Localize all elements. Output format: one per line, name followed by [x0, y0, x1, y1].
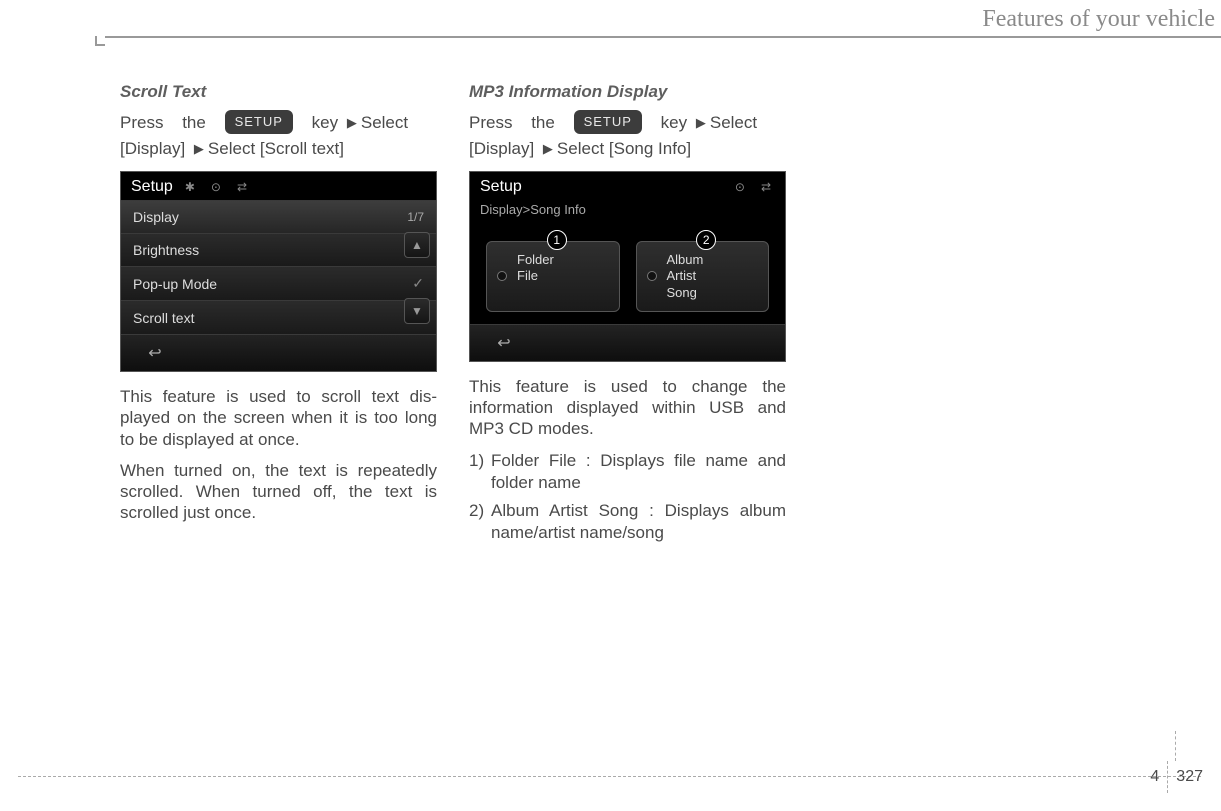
header-rule [95, 36, 1221, 38]
row-count: 1/7 [407, 210, 424, 224]
paragraph: This feature is used to scroll text dis­… [120, 386, 437, 450]
page: Features of your vehicle Scroll Text Pre… [0, 0, 1221, 811]
opt-line: Song [667, 285, 697, 300]
scroll-up-button[interactable]: ▲ [404, 232, 430, 258]
page-divider-up [1175, 731, 1176, 761]
txt: the [182, 113, 206, 132]
opt-line: Folder [517, 252, 554, 267]
option-group: 1 Folder File 2 Album Artist Song [470, 231, 785, 324]
row-label: Brightness [133, 242, 199, 258]
txt: Select [710, 113, 757, 132]
link-icon: ⇄ [761, 180, 775, 194]
list-number: 1) [469, 450, 491, 494]
screenshot-titlebar: Setup ✱ ⊙ ⇄ [121, 172, 436, 200]
row-label: Pop-up Mode [133, 276, 217, 292]
scroll-arrows: ▲ ▼ [404, 232, 430, 324]
option-album-artist-song[interactable]: 2 Album Artist Song [636, 241, 770, 312]
screenshot-title: Setup [131, 178, 173, 196]
callout-badge-1: 1 [547, 230, 567, 250]
back-button[interactable]: ↩ [135, 343, 175, 363]
txt: the [531, 113, 555, 132]
instruction-mp3-info: Press the SETUP key ▶Select [Display] ▶S… [469, 110, 786, 161]
txt: [Display] [469, 139, 534, 158]
menu-row-popup[interactable]: Pop-up Mode ✓ [121, 266, 436, 300]
heading-mp3-info: MP3 Information Display [469, 82, 786, 102]
footer [18, 776, 1201, 777]
triangle-icon: ▶ [692, 115, 710, 130]
page-number-box: 4 327 [1150, 761, 1203, 793]
scroll-down-button[interactable]: ▼ [404, 298, 430, 324]
back-row: ↩ [470, 324, 785, 361]
triangle-icon: ▶ [539, 141, 557, 156]
page-header-title: Features of your vehicle [982, 6, 1215, 33]
header-rule-tab [95, 36, 105, 46]
row-label: Scroll text [133, 310, 194, 326]
opt-line: File [517, 268, 538, 283]
heading-scroll-text: Scroll Text [120, 82, 437, 102]
screenshot-title: Setup [480, 178, 522, 196]
screenshot-scroll-text: Setup ✱ ⊙ ⇄ Display 1/7 Brightness ▶ Pop… [120, 171, 437, 372]
setup-key-badge: SETUP [574, 110, 642, 134]
menu-row-display[interactable]: Display 1/7 [121, 200, 436, 233]
screenshot-song-info: Setup ⊙ ⇄ Display>Song Info 1 Folder Fil… [469, 171, 786, 362]
opt-line: Album [667, 252, 704, 267]
triangle-icon: ▶ [343, 115, 361, 130]
list-item: 2) Album Artist Song : Displays album na… [469, 500, 786, 544]
txt: Press [120, 113, 163, 132]
breadcrumb: Display>Song Info [470, 200, 785, 225]
list-text: Album Artist Song : Displays album name/… [491, 500, 786, 544]
status-icon: ⊙ [211, 180, 225, 194]
page-number: 327 [1168, 768, 1203, 786]
paragraph: When turned on, the text is repeat­edly … [120, 460, 437, 524]
txt: Select [Song Info] [557, 139, 691, 158]
txt: Select [Scroll text] [208, 139, 344, 158]
column-scroll-text: Scroll Text Press the SETUP key ▶Select … [120, 82, 437, 550]
menu-row-brightness[interactable]: Brightness ▶ [121, 233, 436, 266]
numbered-list: 1) Folder File : Displays file name and … [469, 450, 786, 544]
radio-icon [497, 271, 507, 281]
list-item: 1) Folder File : Displays file name and … [469, 450, 786, 494]
paragraph: This feature is used to change the infor… [469, 376, 786, 440]
menu-row-scroll-text[interactable]: Scroll text ✓ [121, 300, 436, 334]
link-icon: ⇄ [237, 180, 251, 194]
row-label: Display [133, 209, 179, 225]
txt: Select [361, 113, 408, 132]
back-button[interactable]: ↩ [484, 333, 524, 353]
screenshot-titlebar: Setup ⊙ ⇄ [470, 172, 785, 200]
radio-icon [647, 271, 657, 281]
option-folder-file[interactable]: 1 Folder File [486, 241, 620, 312]
column-mp3-info: MP3 Information Display Press the SETUP … [469, 82, 786, 550]
txt: Press [469, 113, 512, 132]
list-text: Folder File : Displays file name and fol… [491, 450, 786, 494]
section-number: 4 [1150, 768, 1167, 786]
bluetooth-icon: ✱ [185, 180, 199, 194]
opt-line: Artist [667, 268, 697, 283]
txt: key [661, 113, 687, 132]
list-number: 2) [469, 500, 491, 544]
back-row: ↩ [121, 334, 436, 371]
instruction-scroll-text: Press the SETUP key ▶Select [Display] ▶S… [120, 110, 437, 161]
footer-rule [18, 776, 1201, 777]
txt: key [312, 113, 338, 132]
content-columns: Scroll Text Press the SETUP key ▶Select … [120, 82, 1161, 550]
triangle-icon: ▶ [190, 141, 208, 156]
setup-key-badge: SETUP [225, 110, 293, 134]
status-icon: ⊙ [735, 180, 749, 194]
txt: [Display] [120, 139, 185, 158]
callout-badge-2: 2 [696, 230, 716, 250]
